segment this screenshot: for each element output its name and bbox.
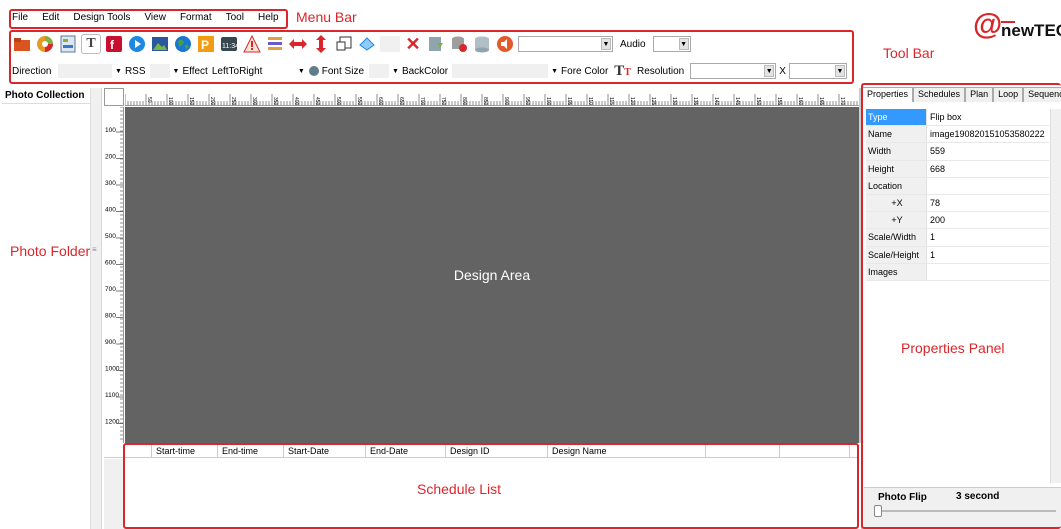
ruler-label: 1200 — [629, 97, 635, 106]
properties-panel-highlight — [861, 83, 1061, 529]
splitter-handle[interactable]: ≡ — [92, 245, 98, 255]
logo-at: @ — [973, 8, 1002, 41]
vertical-ruler: 100 200 300 400 500 600 700 800 900 1000 1100 1200 — [104, 107, 124, 443]
app-logo: @ newTEC — [971, 8, 1061, 44]
ruler-label: 1600 — [797, 97, 803, 106]
ruler-label: 100 — [105, 127, 116, 134]
ruler-label: 300 — [105, 180, 116, 187]
schedule-scrollbar-left — [104, 459, 124, 529]
ruler-label: 1100 — [587, 97, 593, 106]
ruler-label: 1150 — [608, 97, 614, 106]
ruler-label: 450 — [314, 97, 320, 106]
ruler-label: 1100 — [105, 392, 119, 399]
ruler-label: 250 — [230, 97, 236, 106]
ruler-label: 550 — [356, 97, 362, 106]
ruler-label: 150 — [188, 97, 194, 106]
ruler-label: 1450 — [734, 97, 740, 106]
ruler-label: 500 — [335, 97, 341, 106]
design-canvas[interactable]: Design Area — [125, 107, 859, 443]
ruler-label: 1550 — [776, 97, 782, 106]
ruler-label: 1350 — [692, 97, 698, 106]
horizontal-ruler: 50 100 150 200 250 300 350 400 450 500 550 600 650 70… — [125, 88, 859, 106]
ruler-label: 100 — [167, 97, 173, 106]
ruler-label: 1400 — [713, 97, 719, 106]
photo-folder-annotation: Photo Folder — [10, 243, 91, 259]
ruler-label: 700 — [105, 286, 116, 293]
toolbar-highlight — [9, 30, 854, 84]
design-area-annotation: Design Area — [453, 267, 531, 283]
ruler-label: 200 — [209, 97, 215, 106]
ruler-label: 900 — [503, 97, 509, 106]
photo-collection-panel: Photo Collection — [2, 88, 102, 529]
ruler-label: 1650 — [818, 97, 824, 106]
schedule-list-annotation: Schedule List — [417, 481, 502, 497]
ruler-label: 1500 — [755, 97, 761, 106]
ruler-label: 850 — [482, 97, 488, 106]
toolbar-annotation: Tool Bar — [883, 45, 935, 61]
ruler-label: 500 — [105, 233, 116, 240]
ruler-label: 750 — [440, 97, 446, 106]
ruler-corner — [104, 88, 124, 106]
ruler-label: 1700 — [839, 97, 845, 106]
ruler-label: 700 — [419, 97, 425, 106]
ruler-label: 600 — [377, 97, 383, 106]
menu-bar-annotation: Menu Bar — [296, 9, 357, 25]
ruler-label: 900 — [105, 339, 116, 346]
ruler-label: 1200 — [105, 419, 120, 426]
photo-collection-title: Photo Collection — [2, 88, 90, 104]
ruler-label: 300 — [251, 97, 257, 106]
menu-bar-highlight — [9, 9, 288, 29]
ruler-label: 400 — [293, 97, 299, 106]
ruler-label: 1000 — [105, 366, 120, 373]
ruler-label: 800 — [461, 97, 467, 106]
ruler-label: 50 — [146, 97, 152, 103]
ruler-label: 950 — [524, 97, 530, 106]
ruler-label: 650 — [398, 97, 404, 106]
photo-collection-scrollbar[interactable] — [90, 88, 101, 529]
logo-text: newTEC — [1001, 21, 1061, 40]
ruler-label: 200 — [105, 154, 116, 161]
ruler-label: 600 — [105, 260, 116, 267]
ruler-label: 400 — [105, 207, 116, 214]
ruler-label: 800 — [105, 313, 116, 320]
ruler-label: 1050 — [566, 97, 572, 106]
ruler-label: 350 — [272, 97, 278, 106]
ruler-label: 1300 — [671, 97, 677, 106]
ruler-label: 1250 — [650, 97, 656, 106]
ruler-label: 1000 — [545, 97, 551, 106]
